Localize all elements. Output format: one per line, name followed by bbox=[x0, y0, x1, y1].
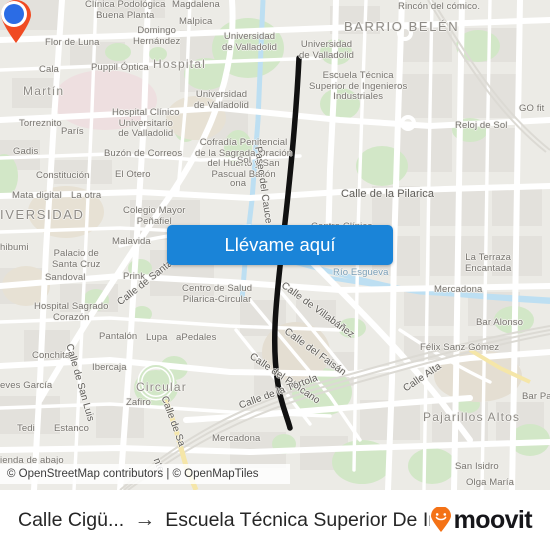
route-summary: Calle Cigü... → Escuela Técnica Superior… bbox=[18, 508, 430, 532]
take-me-here-button[interactable]: Llévame aquí bbox=[167, 225, 393, 265]
moovit-pin-icon bbox=[430, 507, 451, 532]
arrow-right-icon: → bbox=[134, 508, 156, 531]
moovit-wordmark: moovit bbox=[453, 505, 533, 534]
footer-bar: Calle Cigü... → Escuela Técnica Superior… bbox=[0, 490, 550, 550]
map-attribution[interactable]: © OpenStreetMap contributors | © OpenMap… bbox=[0, 464, 290, 484]
origin-dot[interactable] bbox=[0, 0, 28, 28]
map-screenshot: Clínica Podológica Buena Planta Magdalena… bbox=[0, 0, 550, 550]
route-destination-label: Escuela Técnica Superior De Ingenier... bbox=[165, 508, 429, 531]
moovit-logo[interactable]: moovit bbox=[430, 505, 533, 535]
map-canvas[interactable]: Clínica Podológica Buena Planta Magdalena… bbox=[0, 0, 550, 490]
route-origin-label: Calle Cigü... bbox=[18, 508, 125, 531]
